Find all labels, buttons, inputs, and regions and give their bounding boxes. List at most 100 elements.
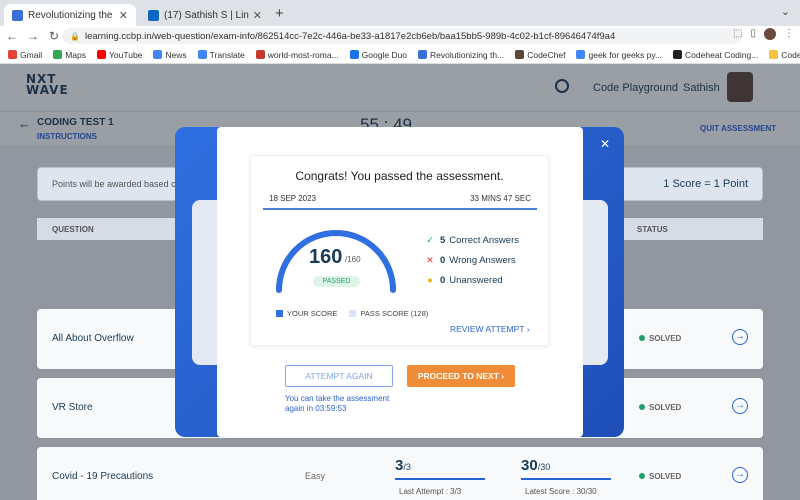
status-badge: SOLVED xyxy=(639,472,681,481)
score-legend: YOUR SCORE PASS SCORE (128) xyxy=(276,309,428,318)
stat-label: Unanswered xyxy=(449,274,503,286)
news-icon xyxy=(153,50,163,59)
puzzle-icon[interactable]: ⬚ xyxy=(733,28,742,40)
reload-icon[interactable]: ↻ xyxy=(45,29,63,43)
forward-icon[interactable]: → xyxy=(24,29,42,43)
tab-revolutionizing[interactable]: Revolutionizing the Job Market ✕ xyxy=(4,4,136,26)
status-badge: SOLVED xyxy=(639,334,681,343)
url-text: learning.ccbp.in/web-question/exam-info/… xyxy=(84,30,616,42)
attempt-date: 18 SEP 2023 xyxy=(269,194,317,203)
dot-icon: ● xyxy=(427,275,433,285)
bookmark-youtube[interactable]: YouTube xyxy=(97,50,142,60)
bookmark-label: Codeforces xyxy=(781,49,800,60)
attempt-bar xyxy=(395,478,485,480)
close-icon[interactable]: ✕ xyxy=(253,9,262,22)
last-attempt-label: Last Attempt : 3/3 xyxy=(399,487,462,496)
bookmark-gmail[interactable]: Gmail xyxy=(8,50,42,60)
bookmark-geeks[interactable]: geek for geeks py... xyxy=(576,50,662,60)
congrats-title: Congrats! You passed the assessment. xyxy=(295,169,504,183)
url-input[interactable]: 🔒 learning.ccbp.in/web-question/exam-inf… xyxy=(62,28,742,44)
bookmark-maps[interactable]: Maps xyxy=(53,50,86,60)
codeforces-icon xyxy=(769,50,779,59)
bookmark-label: Revolutionizing th... xyxy=(430,49,505,60)
site-icon xyxy=(673,50,683,59)
translate-icon xyxy=(197,50,207,59)
address-bar: ← → ↻ 🔒 learning.ccbp.in/web-question/ex… xyxy=(0,26,800,46)
legend-swatch xyxy=(276,310,283,317)
attempt-again-button[interactable]: ATTEMPT AGAIN xyxy=(285,365,393,387)
extension-icons: ⬚ ▯ ⋮ xyxy=(733,28,794,40)
site-icon xyxy=(255,50,265,59)
latest-score: 30/30 xyxy=(521,457,551,474)
bookmark-label: Gmail xyxy=(20,49,43,60)
linkedin-icon xyxy=(148,9,159,21)
bookmark-label: Google Duo xyxy=(361,49,408,60)
bookmark-label: YouTube xyxy=(109,49,143,60)
close-icon[interactable]: ✕ xyxy=(600,137,610,151)
back-icon[interactable]: ← xyxy=(3,29,21,43)
profile-avatar[interactable] xyxy=(764,28,776,40)
bookmark-translate[interactable]: Translate xyxy=(197,49,245,60)
gmail-icon xyxy=(8,50,17,59)
arrow-right-icon[interactable]: → xyxy=(732,398,748,414)
attempt-duration: 33 MINS 47 SEC xyxy=(470,194,531,203)
duo-icon xyxy=(349,50,359,59)
bookmark-news[interactable]: News xyxy=(153,50,187,60)
score-bar xyxy=(521,478,611,480)
status-badge: SOLVED xyxy=(639,403,681,412)
review-attempt-link[interactable]: REVIEW ATTEMPT › xyxy=(450,324,530,334)
bookmark-label: world-most-roma... xyxy=(267,49,339,60)
stat-label: Wrong Answers xyxy=(449,254,516,266)
bookmarks-bar: Gmail Maps YouTube News Translate world-… xyxy=(0,46,800,64)
check-icon: ✓ xyxy=(426,234,434,245)
latest-score-label: Latest Score : 30/30 xyxy=(525,487,597,496)
codechef-icon xyxy=(515,50,525,59)
cross-icon: ✕ xyxy=(426,254,434,265)
lock-icon[interactable]: 🔒 xyxy=(70,32,80,41)
chevron-down-icon[interactable]: ⌄ xyxy=(781,5,790,18)
site-icon xyxy=(418,50,428,59)
arrow-right-icon[interactable]: → xyxy=(732,467,748,483)
tab-linkedin[interactable]: (17) Sathish S | LinkedIn ✕ xyxy=(140,4,270,26)
bookmark-label: Translate xyxy=(209,49,245,60)
tab-title: (17) Sathish S | LinkedIn xyxy=(164,9,249,21)
question-name: Covid - 19 Precautions xyxy=(52,471,154,482)
browser-tab-bar: Revolutionizing the Job Market ✕ (17) Sa… xyxy=(0,0,800,26)
table-row[interactable]: Covid - 19 Precautions Easy 3/3 Last Att… xyxy=(37,447,763,500)
chevron-right-icon: › xyxy=(526,324,530,334)
legend-your-score: YOUR SCORE xyxy=(276,309,337,318)
bookmark-label: geek for geeks py... xyxy=(588,49,663,60)
menu-dots-icon[interactable]: ⋮ xyxy=(784,28,794,40)
arrow-right-icon[interactable]: → xyxy=(732,329,748,345)
legend-pass-score: PASS SCORE (128) xyxy=(349,309,428,318)
stat-unanswered: ● 0 Unanswered xyxy=(424,270,519,290)
stat-correct: ✓ 5 Correct Answers xyxy=(424,230,519,250)
bookmark-codechef[interactable]: CodeChef xyxy=(515,50,565,60)
retake-note: You can take the assessment again in 03:… xyxy=(285,394,390,413)
bookmark-revolutionizing[interactable]: Revolutionizing th... xyxy=(418,50,504,60)
bookmark-label: Codeheat Coding... xyxy=(685,49,759,60)
legend-swatch xyxy=(349,310,357,317)
google-icon xyxy=(576,50,586,59)
site-favicon-icon xyxy=(12,9,23,21)
bookmark-world[interactable]: world-most-roma... xyxy=(255,49,339,60)
stats-list: ✓ 5 Correct Answers ✕ 0 Wrong Answers ● … xyxy=(424,230,519,290)
question-name: All About Overflow xyxy=(52,333,134,344)
chevron-right-icon: › xyxy=(501,371,505,381)
new-tab-plus-icon[interactable]: + xyxy=(275,5,284,22)
bookmark-codeforces[interactable]: Codeforces xyxy=(769,50,800,60)
maps-icon xyxy=(53,50,63,59)
bookmark-codeheat[interactable]: Codeheat Coding... xyxy=(673,50,758,60)
sidebar-icon[interactable]: ▯ xyxy=(750,28,756,40)
score-equation: 1 Score = 1 Point xyxy=(663,178,748,190)
col-question: QUESTION xyxy=(52,225,94,234)
difficulty-label: Easy xyxy=(305,471,326,481)
col-status: STATUS xyxy=(637,225,668,234)
tab-title: Revolutionizing the Job Market xyxy=(28,9,115,21)
close-icon[interactable]: ✕ xyxy=(119,9,128,22)
bookmark-duo[interactable]: Google Duo xyxy=(349,49,408,60)
result-card: Congrats! You passed the assessment. 18 … xyxy=(250,155,549,346)
stat-wrong: ✕ 0 Wrong Answers xyxy=(424,250,519,270)
proceed-to-next-button[interactable]: PROCEED TO NEXT › xyxy=(407,365,515,387)
bookmark-label: Maps xyxy=(65,49,86,60)
